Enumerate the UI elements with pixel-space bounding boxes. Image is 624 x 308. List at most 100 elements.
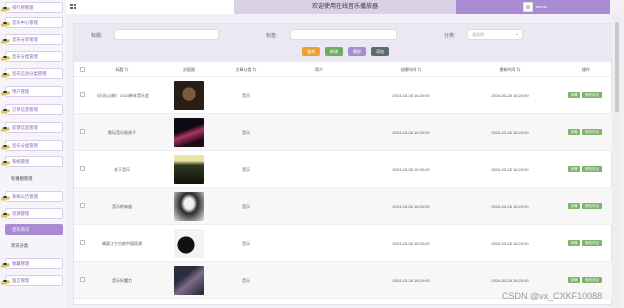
pencil-icon [1,263,13,269]
row-updated: 2024-03-28 16:20:00 [491,130,529,135]
detail-button[interactable]: 详情 [568,203,580,209]
row-category: 音乐 [242,167,250,172]
cover-image [174,118,204,147]
category-label: 分类: [444,33,456,39]
table-row[interactable]: 音乐的味道 音乐 2024-03-28 16:20:00 2024-03-28 16:… [74,188,613,225]
col-title[interactable]: 标题 ⇅ [115,67,128,73]
tag-label: 标签: [266,33,278,39]
cover-image [174,266,204,295]
pencil-icon [1,161,13,167]
sidebar-item[interactable]: 轮播图管理 [5,174,63,185]
sidebar-item[interactable]: 用户管理 [5,86,63,97]
col-created[interactable]: 创建时间 ⇅ [400,67,421,73]
col-updated[interactable]: 更新时间 ⇅ [499,67,520,73]
cover-image [174,229,204,258]
col-category[interactable]: 文章分类 ⇅ [235,67,256,73]
search-button[interactable]: 查询 [302,47,320,56]
sidebar-item[interactable]: 排行榜管理 [5,2,63,13]
pencil-icon [1,109,13,115]
row-created: 2024-03-28 16:20:00 [392,167,430,172]
row-title: 音乐的味道 [112,204,132,209]
col-cover: 封面图 [183,67,195,72]
pencil-icon [1,280,13,286]
row-updated: 2024-03-28 16:20:00 [491,241,529,246]
title-input[interactable] [114,29,219,40]
pencil-icon [1,73,13,79]
sidebar-item[interactable]: 音乐信息分类管理 [5,68,63,79]
sidebar-item[interactable]: 系统管理 [5,156,63,167]
edit-button[interactable]: 修改评论 [582,129,602,135]
sidebar-item[interactable]: 收藏管理 [5,258,63,269]
row-created: 2024-03-28 16:20:00 [392,204,430,209]
row-created: 2024-03-28 16:20:00 [392,93,430,98]
sidebar-item[interactable]: 系统公告管理 [5,191,63,202]
detail-button[interactable]: 详情 [568,277,580,283]
col-intro: 简介 [315,67,323,72]
row-checkbox[interactable] [80,92,85,97]
edit-button[interactable]: 修改评论 [582,203,602,209]
row-checkbox[interactable] [80,203,85,208]
table-row[interactable]: 关于音乐 音乐 2024-03-28 16:20:00 2024-03-28 16:2… [74,151,613,188]
scrollbar[interactable] [612,14,622,308]
table-row[interactable]: 《乐队山林》 2024新年音乐会 音乐 2024-03-28 16:20:00 202… [74,77,613,114]
row-checkbox[interactable] [80,166,85,171]
table-row[interactable]: 歌坛音乐剧孩子 音乐 2024-03-28 16:20:00 2024-03-28 1… [74,114,613,151]
sidebar-item[interactable]: 音乐资讯 [5,224,63,235]
cover-image [174,81,204,110]
sidebar-item[interactable]: 资讯分类 [5,241,63,252]
export-button[interactable]: 添加 [371,47,389,56]
row-title: 音乐好魔力 [112,278,132,283]
sidebar-item[interactable]: 音乐中心管理 [5,17,63,28]
edit-button[interactable]: 修改评论 [582,240,602,246]
sidebar-item[interactable]: 留言管理 [5,275,63,286]
edit-button[interactable]: 修改评论 [582,166,602,172]
delete-button[interactable]: 删除 [348,47,366,56]
table-row[interactable]: 晴夏江宁古韵中国巡演 音乐 2024-03-28 16:20:00 2024-03-2… [74,225,613,262]
scrollbar-thumb[interactable] [615,22,619,112]
detail-button[interactable]: 详情 [568,92,580,98]
select-all-checkbox[interactable] [80,67,85,72]
col-actions: 操作 [582,67,590,72]
sidebar-item[interactable]: 订单信息管理 [5,104,63,115]
row-updated: 2024-03-28 16:20:00 [491,93,529,98]
sidebar-item[interactable]: 音乐分享管理 [5,34,63,45]
pencil-icon [1,127,13,133]
row-checkbox[interactable] [80,240,85,245]
row-category: 音乐 [242,93,250,98]
row-checkbox[interactable] [80,277,85,282]
edit-button[interactable]: 修改评论 [582,277,602,283]
search-bar: 标题: 标签: 分类: 请选择 查询 新增 删除 添加 [74,24,613,62]
row-updated: 2024-03-28 16:20:00 [491,278,529,283]
add-button[interactable]: 新增 [325,47,343,56]
row-category: 音乐 [242,204,250,209]
menu-toggle-icon[interactable] [70,4,76,9]
pencil-icon [1,91,13,97]
detail-button[interactable]: 详情 [568,129,580,135]
row-created: 2024-03-28 16:20:00 [392,241,430,246]
detail-button[interactable]: 详情 [568,240,580,246]
pencil-icon [1,196,13,202]
cover-image [174,192,204,221]
watermark: CSDN @vx_CXKF10088 [502,291,603,301]
pencil-icon [1,22,13,28]
user-bar [456,0,610,14]
sidebar-item[interactable]: 音乐分类管理 [5,140,63,151]
tag-input[interactable] [290,29,397,40]
page-title: 欢迎使用在线音乐播放器 [234,0,456,14]
row-updated: 2024-03-28 16:20:00 [491,167,529,172]
category-select[interactable]: 请选择 [467,29,523,40]
row-updated: 2024-03-28 16:20:00 [491,204,529,209]
sidebar-item[interactable]: 音乐分类管理 [5,51,63,62]
table-header: 标题 ⇅ 封面图 文章分类 ⇅ 简介 创建时间 ⇅ 更新时间 ⇅ 操作 [74,62,613,77]
top-bar-left [66,0,234,14]
edit-button[interactable]: 修改评论 [582,92,602,98]
detail-button[interactable]: 详情 [568,166,580,172]
sidebar-item[interactable]: 资源管理 [5,208,63,219]
user-name[interactable]: admin [536,4,547,9]
sidebar-item[interactable]: 反馈信息管理 [5,122,63,133]
row-category: 音乐 [242,278,250,283]
avatar[interactable] [523,2,533,12]
row-checkbox[interactable] [80,129,85,134]
row-title: 关于音乐 [114,167,130,172]
row-category: 音乐 [242,241,250,246]
